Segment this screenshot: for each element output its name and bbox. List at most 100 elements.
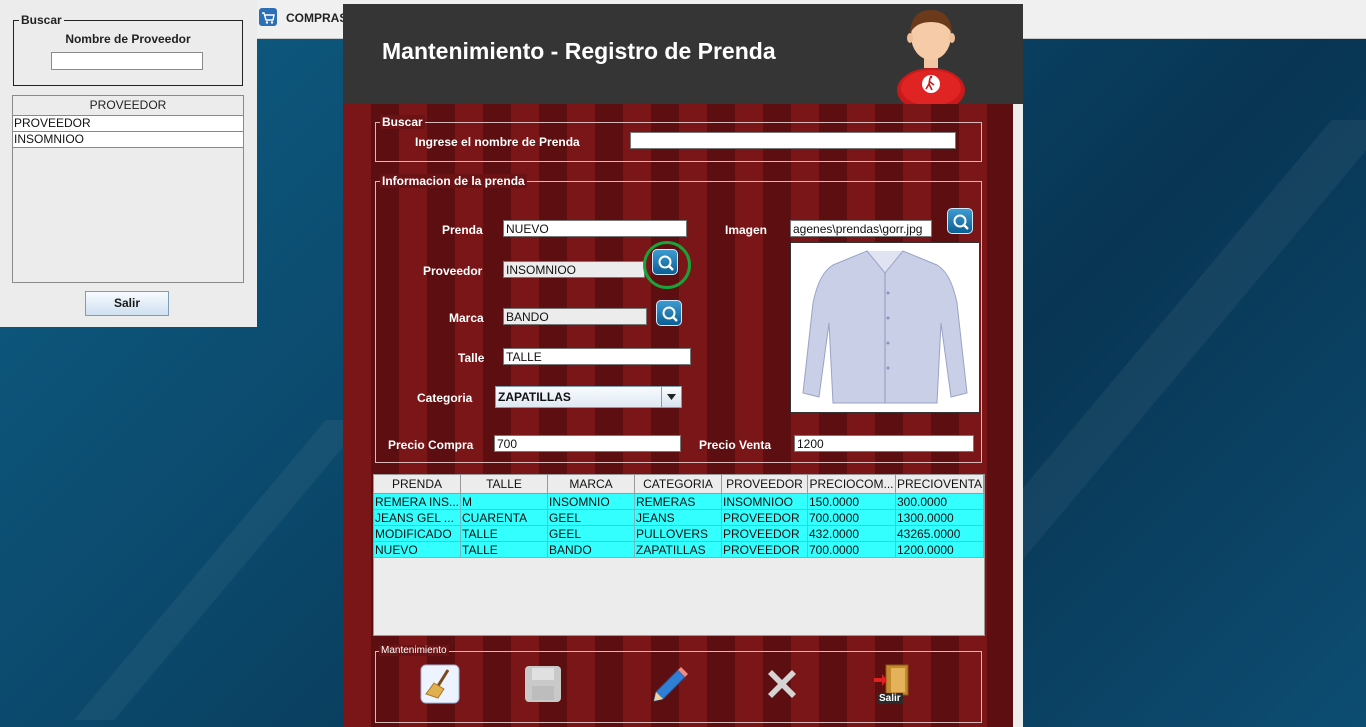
column-header[interactable]: PRECIOVENTA bbox=[896, 475, 984, 494]
garment-search-label: Ingrese el nombre de Prenda bbox=[415, 135, 580, 149]
table-cell: MODIFICADO bbox=[374, 526, 461, 542]
table-cell: 150.0000 bbox=[808, 494, 896, 510]
supplier-search-group: Buscar Nombre de Proveedor bbox=[13, 13, 243, 86]
column-header[interactable]: PRENDA bbox=[374, 475, 461, 494]
table-cell: 700.0000 bbox=[808, 542, 896, 558]
precio-venta-label: Precio Venta bbox=[699, 438, 772, 452]
categoria-selected: ZAPATILLAS bbox=[498, 390, 571, 404]
supplier-search-window: Buscar Nombre de Proveedor PROVEEDOR PRO… bbox=[0, 0, 257, 327]
table-cell: 300.0000 bbox=[896, 494, 984, 510]
table-cell: NUEVO bbox=[374, 542, 461, 558]
search-icon bbox=[953, 214, 969, 230]
marca-label: Marca bbox=[449, 311, 484, 325]
supplier-search-legend: Buscar bbox=[19, 13, 64, 27]
table-cell: GEEL bbox=[548, 526, 635, 542]
marca-search-button[interactable] bbox=[656, 300, 682, 326]
table-cell: M bbox=[461, 494, 548, 510]
shirt-image bbox=[802, 250, 968, 404]
table-cell: TALLE bbox=[461, 526, 548, 542]
prenda-label: Prenda bbox=[442, 223, 483, 237]
table-row[interactable]: NUEVO TALLE BANDO ZAPATILLAS PROVEEDOR 7… bbox=[374, 542, 984, 558]
save-icon[interactable] bbox=[523, 664, 563, 704]
table-row[interactable]: REMERA INS... M INSOMNIO REMERAS INSOMNI… bbox=[374, 494, 984, 510]
supplier-name-label: Nombre de Proveedor bbox=[65, 32, 191, 46]
table-row[interactable]: PROVEEDOR bbox=[13, 116, 243, 132]
maintenance-group: Mantenimiento Salir bbox=[375, 645, 982, 723]
categoria-dropdown-button[interactable] bbox=[661, 387, 681, 407]
table-cell: CUARENTA bbox=[461, 510, 548, 526]
table-cell: INSOMNIOO bbox=[722, 494, 808, 510]
proveedor-label: Proveedor bbox=[423, 264, 483, 278]
column-header[interactable]: PRECIOCOM... bbox=[808, 475, 896, 494]
garments-table[interactable]: PRENDA TALLE MARCA CATEGORIA PROVEEDOR P… bbox=[373, 474, 985, 636]
garment-search-group: Buscar Ingrese el nombre de Prenda bbox=[375, 115, 982, 162]
table-cell: BANDO bbox=[548, 542, 635, 558]
talle-input[interactable]: TALLE bbox=[503, 348, 691, 365]
table-cell: 700.0000 bbox=[808, 510, 896, 526]
garment-registration-window: Mantenimiento - Registro de Prenda Busca… bbox=[343, 4, 1023, 727]
table-cell: PULLOVERS bbox=[635, 526, 722, 542]
search-icon bbox=[658, 255, 674, 271]
supplier-table-header[interactable]: PROVEEDOR bbox=[13, 96, 243, 116]
proveedor-input[interactable]: INSOMNIOO bbox=[503, 261, 645, 278]
supplier-table: PROVEEDOR PROVEEDOR INSOMNIOO bbox=[12, 95, 244, 283]
column-header[interactable]: PROVEEDOR bbox=[722, 475, 808, 494]
imagen-path-input[interactable]: agenes\prendas\gorr.jpg bbox=[790, 220, 932, 237]
garment-image bbox=[790, 242, 980, 413]
maintenance-legend: Mantenimiento bbox=[379, 645, 449, 656]
table-cell: 43265.0000 bbox=[896, 526, 984, 542]
table-header: PRENDA TALLE MARCA CATEGORIA PROVEEDOR P… bbox=[374, 475, 984, 494]
column-header[interactable]: MARCA bbox=[548, 475, 635, 494]
precio-compra-label: Precio Compra bbox=[388, 438, 474, 452]
table-cell: PROVEEDOR bbox=[722, 526, 808, 542]
cart-icon[interactable] bbox=[259, 8, 277, 26]
window-header: Mantenimiento - Registro de Prenda bbox=[343, 4, 1023, 104]
table-cell: PROVEEDOR bbox=[722, 510, 808, 526]
table-cell: REMERAS bbox=[635, 494, 722, 510]
background-stripe bbox=[74, 420, 366, 720]
categoria-label: Categoria bbox=[417, 391, 473, 405]
table-cell: JEANS bbox=[635, 510, 722, 526]
table-cell: GEEL bbox=[548, 510, 635, 526]
table-cell: 1300.0000 bbox=[896, 510, 984, 526]
taskbar-app-title[interactable]: COMPRAS bbox=[286, 11, 347, 25]
marca-input[interactable]: BANDO bbox=[503, 308, 647, 325]
talle-label: Talle bbox=[458, 351, 485, 365]
precio-compra-input[interactable]: 700 bbox=[494, 435, 681, 452]
prenda-input[interactable]: NUEVO bbox=[503, 220, 687, 237]
garment-search-input[interactable] bbox=[630, 132, 956, 149]
scrollbar[interactable] bbox=[1013, 104, 1023, 727]
garment-info-legend: Informacion de la prenda bbox=[380, 174, 527, 188]
pencil-icon[interactable] bbox=[650, 662, 690, 702]
window-body: Buscar Ingrese el nombre de Prenda Infor… bbox=[343, 104, 1013, 727]
table-cell: 1200.0000 bbox=[896, 542, 984, 558]
table-row[interactable]: INSOMNIOO bbox=[13, 132, 243, 148]
table-cell: 432.0000 bbox=[808, 526, 896, 542]
imagen-search-button[interactable] bbox=[947, 208, 973, 234]
table-cell: TALLE bbox=[461, 542, 548, 558]
table-cell: JEANS GEL ... bbox=[374, 510, 461, 526]
exit-caption: Salir bbox=[877, 693, 903, 704]
supplier-exit-button[interactable]: Salir bbox=[85, 291, 169, 316]
categoria-select[interactable]: ZAPATILLAS bbox=[495, 386, 682, 408]
garment-info-group: Informacion de la prenda Prenda NUEVO Pr… bbox=[375, 174, 982, 463]
broom-icon[interactable] bbox=[420, 664, 460, 704]
supplier-name-input[interactable] bbox=[51, 52, 203, 70]
exit-button[interactable]: Salir bbox=[872, 662, 912, 704]
table-cell: INSOMNIO bbox=[548, 494, 635, 510]
chevron-down-icon bbox=[667, 394, 676, 400]
garment-search-legend: Buscar bbox=[380, 115, 425, 129]
page-title: Mantenimiento - Registro de Prenda bbox=[382, 38, 776, 64]
table-cell: REMERA INS... bbox=[374, 494, 461, 510]
user-avatar-icon bbox=[897, 10, 965, 104]
precio-venta-input[interactable]: 1200 bbox=[794, 435, 974, 452]
table-cell: ZAPATILLAS bbox=[635, 542, 722, 558]
delete-icon[interactable] bbox=[762, 664, 802, 704]
column-header[interactable]: CATEGORIA bbox=[635, 475, 722, 494]
search-icon bbox=[662, 306, 678, 322]
column-header[interactable]: TALLE bbox=[461, 475, 548, 494]
table-row[interactable]: JEANS GEL ... CUARENTA GEEL JEANS PROVEE… bbox=[374, 510, 984, 526]
table-row[interactable]: MODIFICADO TALLE GEEL PULLOVERS PROVEEDO… bbox=[374, 526, 984, 542]
table-cell: PROVEEDOR bbox=[722, 542, 808, 558]
proveedor-search-button[interactable] bbox=[652, 249, 678, 275]
